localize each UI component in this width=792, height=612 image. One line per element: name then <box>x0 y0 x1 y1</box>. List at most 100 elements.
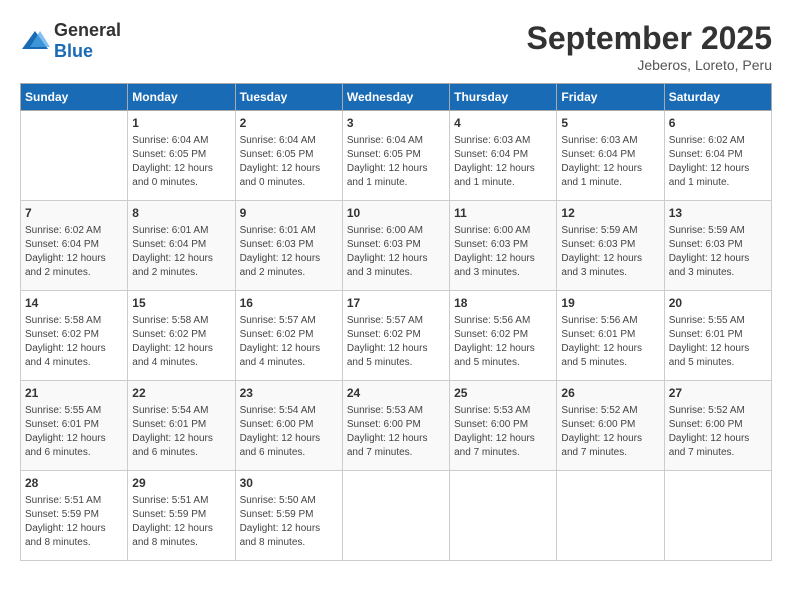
day-number: 25 <box>454 385 552 402</box>
cell-content: Sunrise: 5:53 AM Sunset: 6:00 PM Dayligh… <box>454 404 552 460</box>
calendar-week-3: 14 Sunrise: 5:58 AM Sunset: 6:02 PM Dayli… <box>21 291 772 381</box>
day-number: 17 <box>347 295 445 312</box>
cell-content: Sunrise: 6:00 AM Sunset: 6:03 PM Dayligh… <box>347 224 445 280</box>
cell-content: Sunrise: 5:59 AM Sunset: 6:03 PM Dayligh… <box>669 224 767 280</box>
cell-content: Sunrise: 6:02 AM Sunset: 6:04 PM Dayligh… <box>669 134 767 190</box>
day-number: 9 <box>240 205 338 222</box>
day-number: 19 <box>561 295 659 312</box>
calendar-header: SundayMondayTuesdayWednesdayThursdayFrid… <box>21 84 772 111</box>
header-cell-monday: Monday <box>128 84 235 111</box>
location-title: Jeberos, Loreto, Peru <box>527 57 772 73</box>
day-number: 14 <box>25 295 123 312</box>
table-row: 19Sunrise: 5:56 AM Sunset: 6:01 PM Dayli… <box>557 291 664 381</box>
month-title: September 2025 <box>527 20 772 57</box>
day-number: 11 <box>454 205 552 222</box>
table-row: 17 Sunrise: 5:57 AM Sunset: 6:02 PM Dayli… <box>342 291 449 381</box>
table-row: 24 Sunrise: 5:53 AM Sunset: 6:00 PM Dayli… <box>342 381 449 471</box>
cell-content: Sunrise: 6:03 AM Sunset: 6:04 PM Dayligh… <box>454 134 552 190</box>
calendar-body: 1 Sunrise: 6:04 AM Sunset: 6:05 PM Daylig… <box>21 111 772 561</box>
day-number: 28 <box>25 475 123 492</box>
table-row: 1 Sunrise: 6:04 AM Sunset: 6:05 PM Daylig… <box>128 111 235 201</box>
cell-content: Sunrise: 6:04 AM Sunset: 6:05 PM Dayligh… <box>347 134 445 190</box>
day-number: 18 <box>454 295 552 312</box>
table-row: 29 Sunrise: 5:51 AM Sunset: 5:59 PM Dayli… <box>128 471 235 561</box>
cell-content: Sunrise: 5:53 AM Sunset: 6:00 PM Dayligh… <box>347 404 445 460</box>
table-row: 5 Sunrise: 6:03 AM Sunset: 6:04 PM Daylig… <box>557 111 664 201</box>
table-row: 20Sunrise: 5:55 AM Sunset: 6:01 PM Dayli… <box>664 291 771 381</box>
day-number: 12 <box>561 205 659 222</box>
table-row: 30 Sunrise: 5:50 AM Sunset: 5:59 PM Dayli… <box>235 471 342 561</box>
cell-content: Sunrise: 5:51 AM Sunset: 5:59 PM Dayligh… <box>25 494 123 550</box>
table-row: 12Sunrise: 5:59 AM Sunset: 6:03 PM Dayli… <box>557 201 664 291</box>
logo-blue-text: Blue <box>54 41 93 61</box>
calendar-week-5: 28 Sunrise: 5:51 AM Sunset: 5:59 PM Dayli… <box>21 471 772 561</box>
day-number: 2 <box>240 115 338 132</box>
table-row: 4 Sunrise: 6:03 AM Sunset: 6:04 PM Daylig… <box>450 111 557 201</box>
cell-content: Sunrise: 5:57 AM Sunset: 6:02 PM Dayligh… <box>240 314 338 370</box>
header-cell-tuesday: Tuesday <box>235 84 342 111</box>
day-number: 29 <box>132 475 230 492</box>
cell-content: Sunrise: 5:52 AM Sunset: 6:00 PM Dayligh… <box>561 404 659 460</box>
cell-content: Sunrise: 6:03 AM Sunset: 6:04 PM Dayligh… <box>561 134 659 190</box>
table-row: 18Sunrise: 5:56 AM Sunset: 6:02 PM Dayli… <box>450 291 557 381</box>
cell-content: Sunrise: 5:51 AM Sunset: 5:59 PM Dayligh… <box>132 494 230 550</box>
header-cell-wednesday: Wednesday <box>342 84 449 111</box>
table-row: 22Sunrise: 5:54 AM Sunset: 6:01 PM Dayli… <box>128 381 235 471</box>
calendar-week-2: 7Sunrise: 6:02 AM Sunset: 6:04 PM Daylig… <box>21 201 772 291</box>
day-number: 23 <box>240 385 338 402</box>
cell-content: Sunrise: 6:01 AM Sunset: 6:04 PM Dayligh… <box>132 224 230 280</box>
table-row: 3 Sunrise: 6:04 AM Sunset: 6:05 PM Daylig… <box>342 111 449 201</box>
day-number: 5 <box>561 115 659 132</box>
table-row: 26 Sunrise: 5:52 AM Sunset: 6:00 PM Dayli… <box>557 381 664 471</box>
header-cell-sunday: Sunday <box>21 84 128 111</box>
table-row: 16Sunrise: 5:57 AM Sunset: 6:02 PM Dayli… <box>235 291 342 381</box>
cell-content: Sunrise: 5:55 AM Sunset: 6:01 PM Dayligh… <box>25 404 123 460</box>
table-row <box>557 471 664 561</box>
cell-content: Sunrise: 5:58 AM Sunset: 6:02 PM Dayligh… <box>25 314 123 370</box>
table-row <box>450 471 557 561</box>
header-cell-friday: Friday <box>557 84 664 111</box>
day-number: 4 <box>454 115 552 132</box>
table-row: 10 Sunrise: 6:00 AM Sunset: 6:03 PM Dayli… <box>342 201 449 291</box>
day-number: 1 <box>132 115 230 132</box>
table-row: 15 Sunrise: 5:58 AM Sunset: 6:02 PM Dayli… <box>128 291 235 381</box>
cell-content: Sunrise: 6:04 AM Sunset: 6:05 PM Dayligh… <box>240 134 338 190</box>
table-row: 23Sunrise: 5:54 AM Sunset: 6:00 PM Dayli… <box>235 381 342 471</box>
table-row: 6 Sunrise: 6:02 AM Sunset: 6:04 PM Daylig… <box>664 111 771 201</box>
calendar-week-4: 21Sunrise: 5:55 AM Sunset: 6:01 PM Dayli… <box>21 381 772 471</box>
day-number: 20 <box>669 295 767 312</box>
day-number: 6 <box>669 115 767 132</box>
table-row: 28 Sunrise: 5:51 AM Sunset: 5:59 PM Dayli… <box>21 471 128 561</box>
day-number: 3 <box>347 115 445 132</box>
calendar-table: SundayMondayTuesdayWednesdayThursdayFrid… <box>20 83 772 561</box>
day-number: 24 <box>347 385 445 402</box>
calendar-week-1: 1 Sunrise: 6:04 AM Sunset: 6:05 PM Daylig… <box>21 111 772 201</box>
table-row <box>342 471 449 561</box>
cell-content: Sunrise: 5:57 AM Sunset: 6:02 PM Dayligh… <box>347 314 445 370</box>
day-number: 30 <box>240 475 338 492</box>
day-number: 8 <box>132 205 230 222</box>
cell-content: Sunrise: 6:02 AM Sunset: 6:04 PM Dayligh… <box>25 224 123 280</box>
table-row: 21Sunrise: 5:55 AM Sunset: 6:01 PM Dayli… <box>21 381 128 471</box>
table-row: 14 Sunrise: 5:58 AM Sunset: 6:02 PM Dayli… <box>21 291 128 381</box>
table-row <box>664 471 771 561</box>
cell-content: Sunrise: 5:58 AM Sunset: 6:02 PM Dayligh… <box>132 314 230 370</box>
logo-general-text: General <box>54 20 121 40</box>
table-row: 25 Sunrise: 5:53 AM Sunset: 6:00 PM Dayli… <box>450 381 557 471</box>
header-row: SundayMondayTuesdayWednesdayThursdayFrid… <box>21 84 772 111</box>
table-row: 7Sunrise: 6:02 AM Sunset: 6:04 PM Daylig… <box>21 201 128 291</box>
table-row: 11Sunrise: 6:00 AM Sunset: 6:03 PM Dayli… <box>450 201 557 291</box>
table-row: 9 Sunrise: 6:01 AM Sunset: 6:03 PM Daylig… <box>235 201 342 291</box>
table-row: 8 Sunrise: 6:01 AM Sunset: 6:04 PM Daylig… <box>128 201 235 291</box>
header-cell-thursday: Thursday <box>450 84 557 111</box>
day-number: 15 <box>132 295 230 312</box>
cell-content: Sunrise: 5:50 AM Sunset: 5:59 PM Dayligh… <box>240 494 338 550</box>
table-row: 2 Sunrise: 6:04 AM Sunset: 6:05 PM Daylig… <box>235 111 342 201</box>
cell-content: Sunrise: 6:01 AM Sunset: 6:03 PM Dayligh… <box>240 224 338 280</box>
logo-icon <box>20 29 50 53</box>
table-row: 13Sunrise: 5:59 AM Sunset: 6:03 PM Dayli… <box>664 201 771 291</box>
day-number: 26 <box>561 385 659 402</box>
title-area: September 2025 Jeberos, Loreto, Peru <box>527 20 772 73</box>
day-number: 10 <box>347 205 445 222</box>
cell-content: Sunrise: 6:04 AM Sunset: 6:05 PM Dayligh… <box>132 134 230 190</box>
